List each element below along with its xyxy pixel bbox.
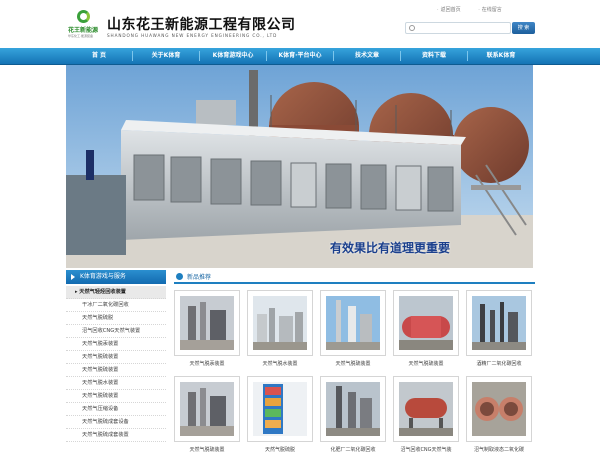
sidebar-item[interactable]: 天然气脱硫装置 (66, 390, 166, 403)
bullet-icon: · (437, 7, 439, 13)
product-thumbnail[interactable] (320, 376, 386, 442)
product-thumbnail[interactable] (247, 290, 313, 356)
product-thumbnail[interactable] (174, 376, 240, 442)
product-thumbnail[interactable] (393, 376, 459, 442)
nav-downloads[interactable]: 资料下载 (401, 48, 467, 64)
top-link-message[interactable]: · 在线留言 (478, 7, 510, 13)
product-image (472, 382, 526, 436)
nav-home[interactable]: 首 页 (66, 48, 132, 64)
product-image (399, 296, 453, 350)
product-image (326, 296, 380, 350)
sidebar-item[interactable]: 天然气轻烃回收装置 (66, 286, 166, 299)
nav-games[interactable]: K体育游戏中心 (200, 48, 266, 64)
sidebar-title-text: K体育游戏与服务 (80, 273, 126, 280)
sidebar-item[interactable]: 沼气回收CNG天然气装置 (66, 325, 166, 338)
top-link-home[interactable]: · 返回首页 (437, 7, 469, 13)
product-caption[interactable]: 天然气脱硫装置 (387, 360, 465, 367)
header: 花王新能源 华东化工·能源装备 山东花王新能源工程有限公司 SHANDONG H… (0, 0, 600, 48)
sidebar-list: 天然气轻烃回收装置 干冰厂二氧化碳回收 天然气脱硫脱 沼气回收CNG天然气装置 … (66, 286, 166, 442)
hero-banner[interactable]: 有效果比有道理更重要 (66, 65, 533, 268)
nav-platform[interactable]: K体育·平台中心 (267, 48, 333, 64)
arrow-right-icon (71, 274, 75, 280)
sidebar-item[interactable]: 天然气脱汞装置 (66, 338, 166, 351)
product-thumbnail[interactable] (174, 290, 240, 356)
logo-mark-icon (77, 10, 90, 23)
company-name: 山东花王新能源工程有限公司 (107, 17, 296, 33)
sidebar-item[interactable]: 天然气脱硫脱 (66, 312, 166, 325)
logo-subtext: 华东化工·能源装备 (68, 34, 93, 38)
sidebar: K体育游戏与服务 天然气轻烃回收装置 干冰厂二氧化碳回收 天然气脱硫脱 沼气回收… (66, 270, 166, 450)
product-image (180, 382, 234, 436)
product-caption[interactable]: 天然气脱水装置 (241, 360, 319, 367)
company-name-en: SHANDONG HUAWANG NEW ENERGY ENGINEERING … (107, 33, 278, 38)
nav-contact[interactable]: 联系K体育 (468, 48, 534, 64)
search-input[interactable] (405, 22, 511, 34)
logo-text: 花王新能源 (68, 27, 99, 34)
product-thumbnail[interactable] (320, 290, 386, 356)
sidebar-item[interactable]: 天然气脱硫装置 (66, 351, 166, 364)
product-image (253, 382, 307, 436)
nav-articles[interactable]: 技术文章 (334, 48, 400, 64)
product-image (399, 382, 453, 436)
sidebar-item[interactable]: 天然气脱硫装置 (66, 364, 166, 377)
sidebar-title: K体育游戏与服务 (66, 270, 166, 284)
sidebar-item[interactable]: 天然气脱水装置 (66, 377, 166, 390)
main-nav: 首 页 关于K体育 K体育游戏中心 K体育·平台中心 技术文章 资料下载 联系K… (0, 48, 600, 65)
nav-about[interactable]: 关于K体育 (133, 48, 199, 64)
section-header: 新品推荐 (174, 270, 535, 284)
product-caption[interactable]: 天然气脱硫装置 (314, 360, 392, 367)
section-title: 新品推荐 (187, 274, 212, 281)
search-button[interactable]: 搜 索 (512, 22, 535, 34)
banner-slogan: 有效果比有道理更重要 (330, 241, 451, 255)
banner-photo (66, 65, 533, 268)
section-bullet-icon (176, 273, 183, 280)
product-image (253, 296, 307, 350)
product-image (326, 382, 380, 436)
product-caption[interactable]: 天然气脱汞装置 (168, 360, 246, 367)
product-thumbnail[interactable] (466, 376, 532, 442)
product-image (180, 296, 234, 350)
sidebar-item[interactable]: 天然气脱硫成套设备 (66, 416, 166, 429)
bullet-icon: · (478, 7, 480, 13)
sidebar-item[interactable]: 干冰厂二氧化碳回收 (66, 299, 166, 312)
sidebar-item[interactable]: 天然气压缩设备 (66, 403, 166, 416)
product-thumbnail[interactable] (247, 376, 313, 442)
product-thumbnail[interactable] (393, 290, 459, 356)
company-logo[interactable]: 花王新能源 华东化工·能源装备 (68, 10, 98, 42)
top-links: · 返回首页 · 在线留言 (437, 6, 518, 13)
sidebar-item[interactable]: 天然气脱硫成套装置 (66, 429, 166, 442)
product-caption[interactable]: 酒精厂二氧化碳回收 (460, 360, 538, 367)
product-thumbnail[interactable] (466, 290, 532, 356)
product-image (472, 296, 526, 350)
search-icon (409, 25, 415, 31)
